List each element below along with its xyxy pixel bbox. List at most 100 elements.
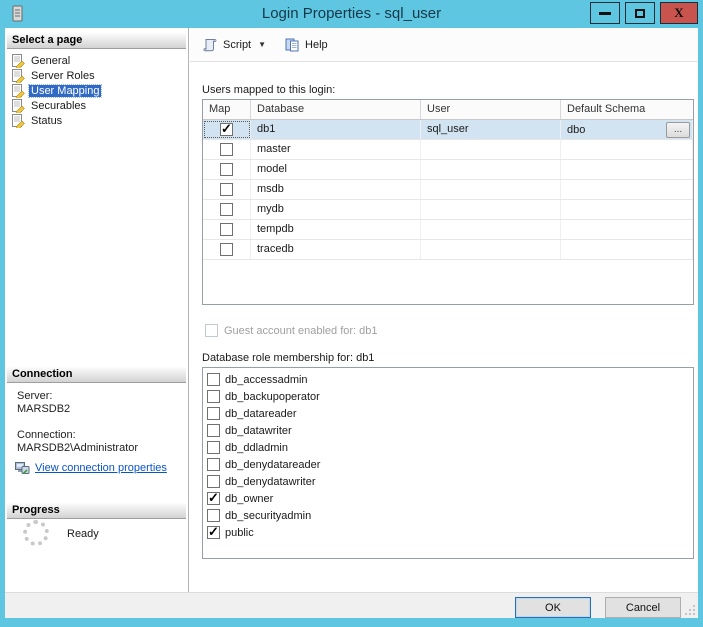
- user-cell[interactable]: [421, 160, 561, 179]
- role-checkbox[interactable]: [207, 490, 220, 506]
- map-cell: [203, 240, 251, 259]
- role-item[interactable]: db_denydatawriter: [203, 473, 693, 490]
- map-checkbox[interactable]: [220, 243, 233, 256]
- table-row[interactable]: master: [203, 140, 693, 160]
- table-row[interactable]: tracedb: [203, 240, 693, 260]
- sidebar-item-general[interactable]: General: [5, 53, 188, 68]
- map-checkbox[interactable]: [220, 203, 233, 216]
- user-cell[interactable]: [421, 140, 561, 159]
- role-item[interactable]: db_denydatareader: [203, 456, 693, 473]
- minimize-button[interactable]: [590, 2, 620, 24]
- sidebar-item-status[interactable]: Status: [5, 113, 188, 128]
- map-checkbox[interactable]: [220, 183, 233, 196]
- guest-account-checkbox: [205, 324, 218, 337]
- role-checkbox[interactable]: [207, 475, 220, 488]
- role-checkbox[interactable]: [207, 407, 220, 420]
- role-item[interactable]: db_accessadmin: [203, 371, 693, 388]
- help-icon: [285, 38, 299, 51]
- maximize-button[interactable]: [625, 2, 655, 24]
- column-header-database[interactable]: Database: [251, 100, 421, 119]
- database-cell: mydb: [251, 200, 421, 219]
- view-connection-properties-link[interactable]: View connection properties: [35, 462, 167, 474]
- column-header-map[interactable]: Map: [203, 100, 251, 119]
- browse-schema-button[interactable]: ...: [666, 121, 690, 138]
- map-checkbox[interactable]: [220, 223, 233, 236]
- sidebar: Select a page General Server Roles User …: [5, 28, 189, 592]
- view-connection-properties[interactable]: View connection properties: [15, 461, 167, 475]
- help-label: Help: [305, 38, 328, 51]
- title-bar: Login Properties - sql_user X: [0, 0, 703, 28]
- role-item[interactable]: db_backupoperator: [203, 388, 693, 405]
- role-item[interactable]: db_datawriter: [203, 422, 693, 439]
- server-label: Server:: [17, 390, 53, 402]
- schema-cell[interactable]: [561, 240, 693, 259]
- minimize-icon: [599, 11, 611, 15]
- script-label: Script: [223, 38, 252, 51]
- user-cell[interactable]: [421, 220, 561, 239]
- map-checkbox[interactable]: [220, 163, 233, 176]
- maximize-icon: [635, 8, 645, 18]
- connection-properties-icon: [15, 462, 30, 475]
- map-checkbox[interactable]: [220, 143, 233, 156]
- role-checkbox[interactable]: [207, 509, 220, 522]
- sidebar-item-securables[interactable]: Securables: [5, 98, 188, 113]
- schema-value: dbo: [567, 123, 586, 136]
- sidebar-item-label: Server Roles: [31, 69, 95, 82]
- role-membership-label: Database role membership for: db1: [202, 352, 375, 364]
- schema-cell[interactable]: [561, 160, 693, 179]
- role-checkbox[interactable]: [207, 373, 220, 386]
- users-mapped-label: Users mapped to this login:: [202, 84, 336, 96]
- schema-cell[interactable]: [561, 200, 693, 219]
- role-item[interactable]: db_owner: [203, 490, 693, 507]
- role-label: db_denydatareader: [225, 458, 321, 471]
- schema-cell[interactable]: [561, 140, 693, 159]
- sidebar-item-label: General: [31, 54, 71, 67]
- page-icon: [12, 83, 25, 98]
- table-row[interactable]: db1 sql_user dbo ...: [203, 120, 693, 140]
- table-row[interactable]: msdb: [203, 180, 693, 200]
- column-header-user[interactable]: User: [421, 100, 561, 119]
- role-checkbox[interactable]: [207, 458, 220, 471]
- map-checkbox[interactable]: [220, 121, 233, 137]
- sidebar-item-server-roles[interactable]: Server Roles: [5, 68, 188, 83]
- user-cell[interactable]: sql_user: [421, 120, 561, 139]
- connection-label: Connection:: [17, 429, 76, 441]
- role-checkbox[interactable]: [207, 390, 220, 403]
- role-checkbox[interactable]: [207, 441, 220, 454]
- close-button[interactable]: X: [660, 2, 698, 24]
- role-label: db_datareader: [225, 407, 297, 420]
- toolbar: Script ▼ Help: [190, 28, 698, 62]
- select-page-header: Select a page: [7, 32, 186, 49]
- role-item[interactable]: db_datareader: [203, 405, 693, 422]
- role-label: db_denydatawriter: [225, 475, 316, 488]
- map-cell: [203, 180, 251, 199]
- table-row[interactable]: model: [203, 160, 693, 180]
- sidebar-item-label: Securables: [31, 99, 87, 112]
- schema-cell[interactable]: dbo ...: [561, 120, 693, 139]
- role-label: db_accessadmin: [225, 373, 308, 386]
- role-item[interactable]: public: [203, 524, 693, 541]
- schema-cell[interactable]: [561, 180, 693, 199]
- role-checkbox[interactable]: [207, 524, 220, 540]
- table-empty-area: [203, 260, 693, 304]
- resize-grip[interactable]: [684, 604, 696, 616]
- role-item[interactable]: db_ddladmin: [203, 439, 693, 456]
- table-header: Map Database User Default Schema: [203, 100, 693, 120]
- user-cell[interactable]: [421, 180, 561, 199]
- table-row[interactable]: tempdb: [203, 220, 693, 240]
- ok-button[interactable]: OK: [515, 597, 591, 618]
- user-cell[interactable]: [421, 200, 561, 219]
- dialog-footer: OK Cancel: [5, 592, 698, 618]
- schema-cell[interactable]: [561, 220, 693, 239]
- table-row[interactable]: mydb: [203, 200, 693, 220]
- column-header-default-schema[interactable]: Default Schema: [561, 100, 693, 119]
- cancel-button[interactable]: Cancel: [605, 597, 681, 618]
- help-button[interactable]: Help: [280, 34, 332, 56]
- role-item[interactable]: db_securityadmin: [203, 507, 693, 524]
- script-button[interactable]: Script ▼: [198, 34, 270, 56]
- role-checkbox[interactable]: [207, 424, 220, 437]
- user-cell[interactable]: [421, 240, 561, 259]
- database-cell: db1: [251, 120, 421, 139]
- sidebar-item-user-mapping[interactable]: User Mapping: [5, 83, 188, 98]
- progress-header-label: Progress: [7, 502, 186, 519]
